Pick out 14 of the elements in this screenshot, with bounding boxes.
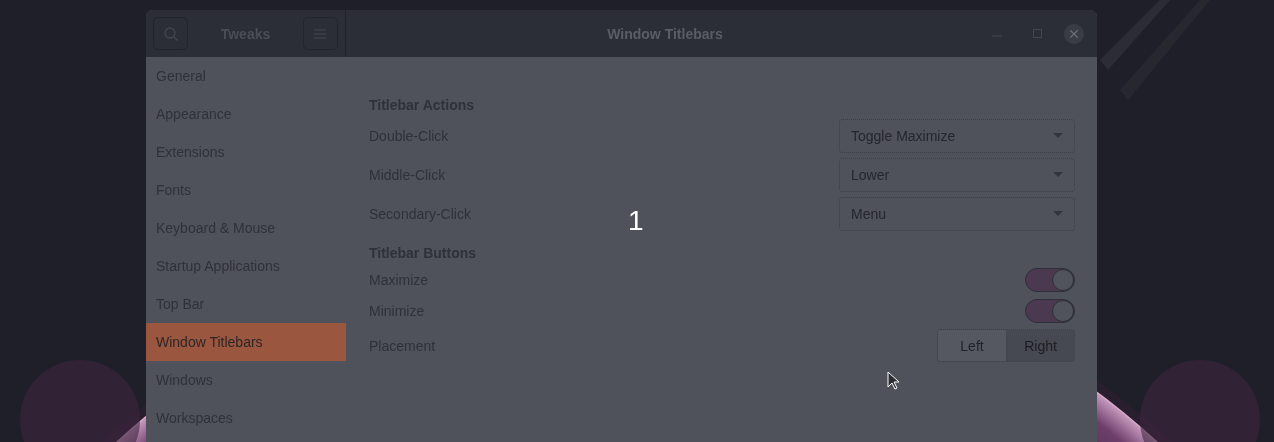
- maximize-icon: [1032, 29, 1042, 38]
- step-number: 1: [628, 204, 644, 238]
- close-icon: [1070, 29, 1078, 38]
- caret-icon: [1053, 172, 1063, 177]
- segment-button[interactable]: Left: [938, 330, 1006, 361]
- toggle-switch[interactable]: [1025, 267, 1075, 292]
- search-icon: [162, 25, 179, 42]
- close-button[interactable]: [1064, 23, 1084, 44]
- caret-icon: [1053, 211, 1063, 216]
- sidebar-item[interactable]: Window Titlebars: [146, 323, 346, 361]
- toggle-switch[interactable]: [1025, 298, 1075, 323]
- pointer-icon: [887, 371, 900, 390]
- caret-icon: [1053, 133, 1063, 138]
- search-button[interactable]: [153, 17, 188, 50]
